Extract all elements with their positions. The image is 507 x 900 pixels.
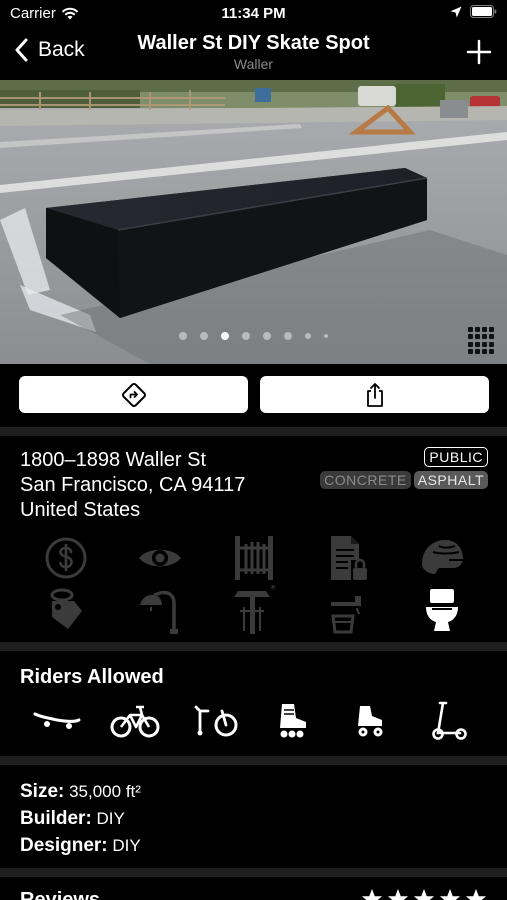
share-button[interactable] (260, 376, 489, 413)
star-icon (465, 888, 487, 900)
builder-row: Builder: DIY (20, 805, 141, 832)
action-buttons (0, 364, 507, 430)
street-light-icon (136, 586, 184, 634)
dollar-icon (42, 534, 90, 582)
title-block: Waller St DIY Skate Spot Waller (110, 32, 397, 72)
page-dot (200, 332, 208, 340)
size-row: Size: 35,000 ft² (20, 778, 141, 805)
svg-text:*: * (270, 585, 276, 596)
page-dot (284, 332, 292, 340)
status-bar: Carrier 11:34 PM (0, 0, 507, 28)
navigation-bar: Back Waller St DIY Skate Spot Waller (0, 28, 507, 78)
star-icon (413, 888, 435, 900)
section-divider (0, 642, 507, 651)
photo-grid-icon[interactable] (468, 327, 495, 354)
builder-value: DIY (96, 809, 125, 828)
spot-details: Size: 35,000 ft² Builder: DIY Designer: … (20, 778, 141, 859)
riders-allowed-icons (0, 698, 507, 744)
page-title: Waller St DIY Skate Spot (137, 32, 370, 54)
page-dot (179, 332, 187, 340)
amenity-icons: * (0, 534, 507, 638)
covered-shelter-icon: * (230, 585, 278, 634)
back-label: Back (38, 38, 85, 61)
designer-row: Designer: DIY (20, 832, 141, 859)
mountain-bike-icon (190, 698, 240, 742)
material-badge-concrete: CONCRETE (320, 471, 411, 489)
chevron-left-icon (15, 38, 28, 62)
size-label: Size: (20, 781, 65, 802)
roller-skate-icon (346, 698, 396, 742)
riders-allowed-title: Riders Allowed (20, 666, 164, 688)
page-dot (305, 333, 311, 339)
status-indicators (450, 5, 497, 18)
eye-icon (136, 534, 184, 582)
material-badges: CONCRETE ASPHALT (320, 471, 488, 489)
inline-skate-icon (268, 698, 318, 742)
gate-icon (230, 534, 278, 582)
review-rating-stars[interactable] (361, 888, 487, 900)
designer-label: Designer: (20, 835, 108, 856)
page-dot (324, 334, 328, 338)
star-icon (361, 888, 383, 900)
address-line-3: United States (20, 499, 141, 521)
spot-address[interactable]: 1800–1898 Waller St San Francisco, CA 94… (20, 448, 245, 523)
water-fountain-icon (324, 586, 372, 634)
spot-badges: PUBLIC CONCRETE ASPHALT (320, 447, 488, 489)
section-divider (0, 868, 507, 877)
spot-photo (0, 80, 507, 364)
builder-label: Builder: (20, 808, 92, 829)
address-line-2: San Francisco, CA 94117 (20, 474, 246, 496)
helmet-icon (418, 534, 466, 582)
reviews-title: Reviews (20, 889, 101, 900)
toilet-icon (418, 586, 466, 634)
back-button[interactable]: Back (14, 38, 85, 62)
star-icon (439, 888, 461, 900)
skateboard-icon (32, 698, 82, 742)
size-value: 35,000 ft² (69, 782, 141, 801)
battery-icon (470, 5, 497, 18)
scooter-icon (424, 698, 474, 742)
address-line-1: 1800–1898 Waller St (20, 449, 207, 471)
tag-icon (42, 586, 90, 634)
access-badge: PUBLIC (424, 447, 488, 467)
page-dot-active (221, 332, 229, 340)
add-icon[interactable] (465, 38, 493, 66)
directions-button[interactable] (19, 376, 248, 413)
section-divider (0, 427, 507, 436)
location-arrow-icon (450, 6, 462, 17)
page-subtitle: Waller (233, 56, 274, 72)
bmx-bike-icon (110, 698, 160, 742)
directions-icon (121, 382, 146, 407)
material-badge-asphalt: ASPHALT (413, 471, 488, 489)
page-dot (263, 332, 271, 340)
locked-document-icon (324, 534, 372, 582)
section-divider (0, 756, 507, 765)
page-dot (242, 332, 250, 340)
designer-value: DIY (112, 836, 141, 855)
star-icon (387, 888, 409, 900)
photo-page-indicator[interactable] (0, 332, 507, 340)
share-icon (366, 382, 383, 407)
spot-photo-carousel[interactable] (0, 80, 507, 364)
clock: 11:34 PM (221, 5, 286, 22)
